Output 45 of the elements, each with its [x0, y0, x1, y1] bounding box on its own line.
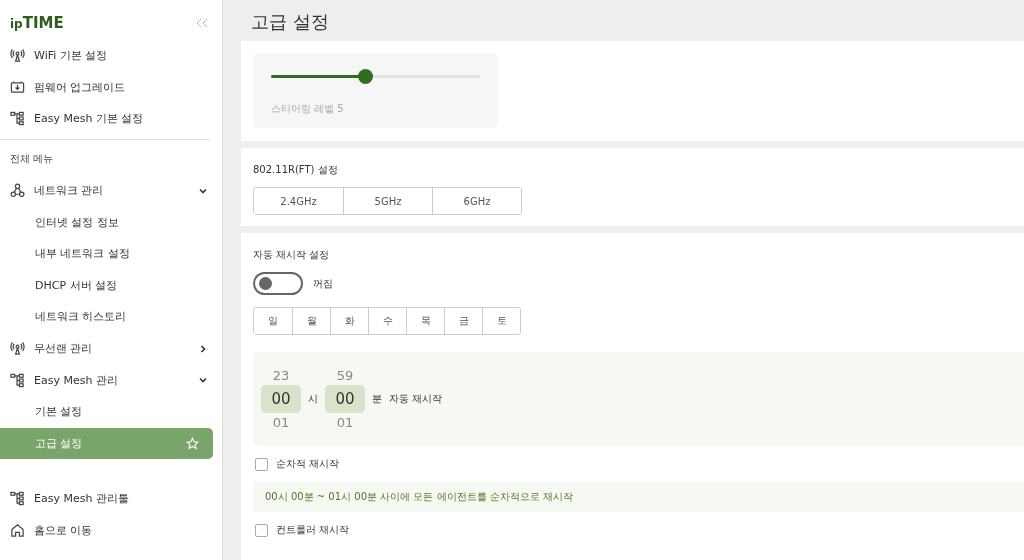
time-picker-value[interactable]: 00: [325, 385, 365, 413]
logo: ipTIME: [10, 14, 64, 32]
submenu-item[interactable]: 인터넷 설정 정보: [0, 206, 222, 238]
footer-link[interactable]: 홈으로 이동: [0, 514, 222, 547]
checkbox[interactable]: [255, 457, 268, 471]
quick-link[interactable]: WiFi 기본 설정: [0, 40, 222, 72]
time-picker-value[interactable]: 00: [261, 385, 301, 413]
menu-item[interactable]: 네트워크 관리: [0, 174, 222, 207]
time-unit: 시: [308, 392, 318, 406]
home-icon: [10, 523, 25, 538]
chevron-right-icon: [198, 343, 208, 354]
submenu-item[interactable]: DHCP 서버 설정: [0, 269, 222, 302]
band-button[interactable]: 6GHz: [432, 188, 521, 214]
toggle-switch[interactable]: [253, 272, 303, 295]
toggle-label: 꺼짐: [313, 276, 333, 291]
tree-icon: [10, 111, 25, 127]
collapse-icon[interactable]: [196, 18, 208, 28]
submenu-item[interactable]: 네트워크 히스토리: [0, 301, 222, 333]
network-icon: [10, 183, 25, 199]
info-note: 00시 00분 ~ 01시 00분 사이에 모든 에이전트를 순차적으로 재시작: [253, 482, 1024, 512]
slider-thumb[interactable]: [358, 69, 374, 84]
submenu-item[interactable]: 기본 설정: [0, 395, 222, 428]
chip-icon: [10, 79, 25, 95]
quick-link[interactable]: 펌웨어 업그레이드: [0, 71, 222, 104]
day-button[interactable]: 토: [482, 308, 520, 334]
checkbox[interactable]: [255, 523, 268, 537]
time-suffix: 자동 재시작: [389, 392, 443, 406]
checkbox-label: 컨트롤러 재시작: [276, 523, 350, 537]
section-title: 전체 메뉴: [9, 152, 55, 167]
menu-item[interactable]: 무선랜 관리: [0, 332, 222, 365]
footer-link[interactable]: Easy Mesh 관리툴: [0, 483, 222, 515]
star-icon[interactable]: [186, 436, 199, 450]
section-heading: 802.11R(FT) 설정: [253, 163, 339, 177]
menu-item[interactable]: Easy Mesh 관리: [0, 364, 222, 396]
tree-icon: [10, 491, 25, 507]
checkbox-label: 순차적 재시작: [276, 457, 340, 471]
tree-icon: [10, 372, 25, 388]
section-heading: 자동 재시작 설정: [253, 248, 331, 262]
antenna-icon: [10, 341, 25, 357]
submenu-item[interactable]: 내부 네트워크 설정: [0, 237, 222, 270]
slider-label: 스티어링 레벨 5: [271, 102, 345, 116]
antenna-icon: [10, 48, 25, 64]
quick-link[interactable]: Easy Mesh 기본 설정: [0, 103, 222, 135]
time-unit: 분: [372, 392, 382, 406]
page-title: 고급 설정: [250, 10, 330, 34]
